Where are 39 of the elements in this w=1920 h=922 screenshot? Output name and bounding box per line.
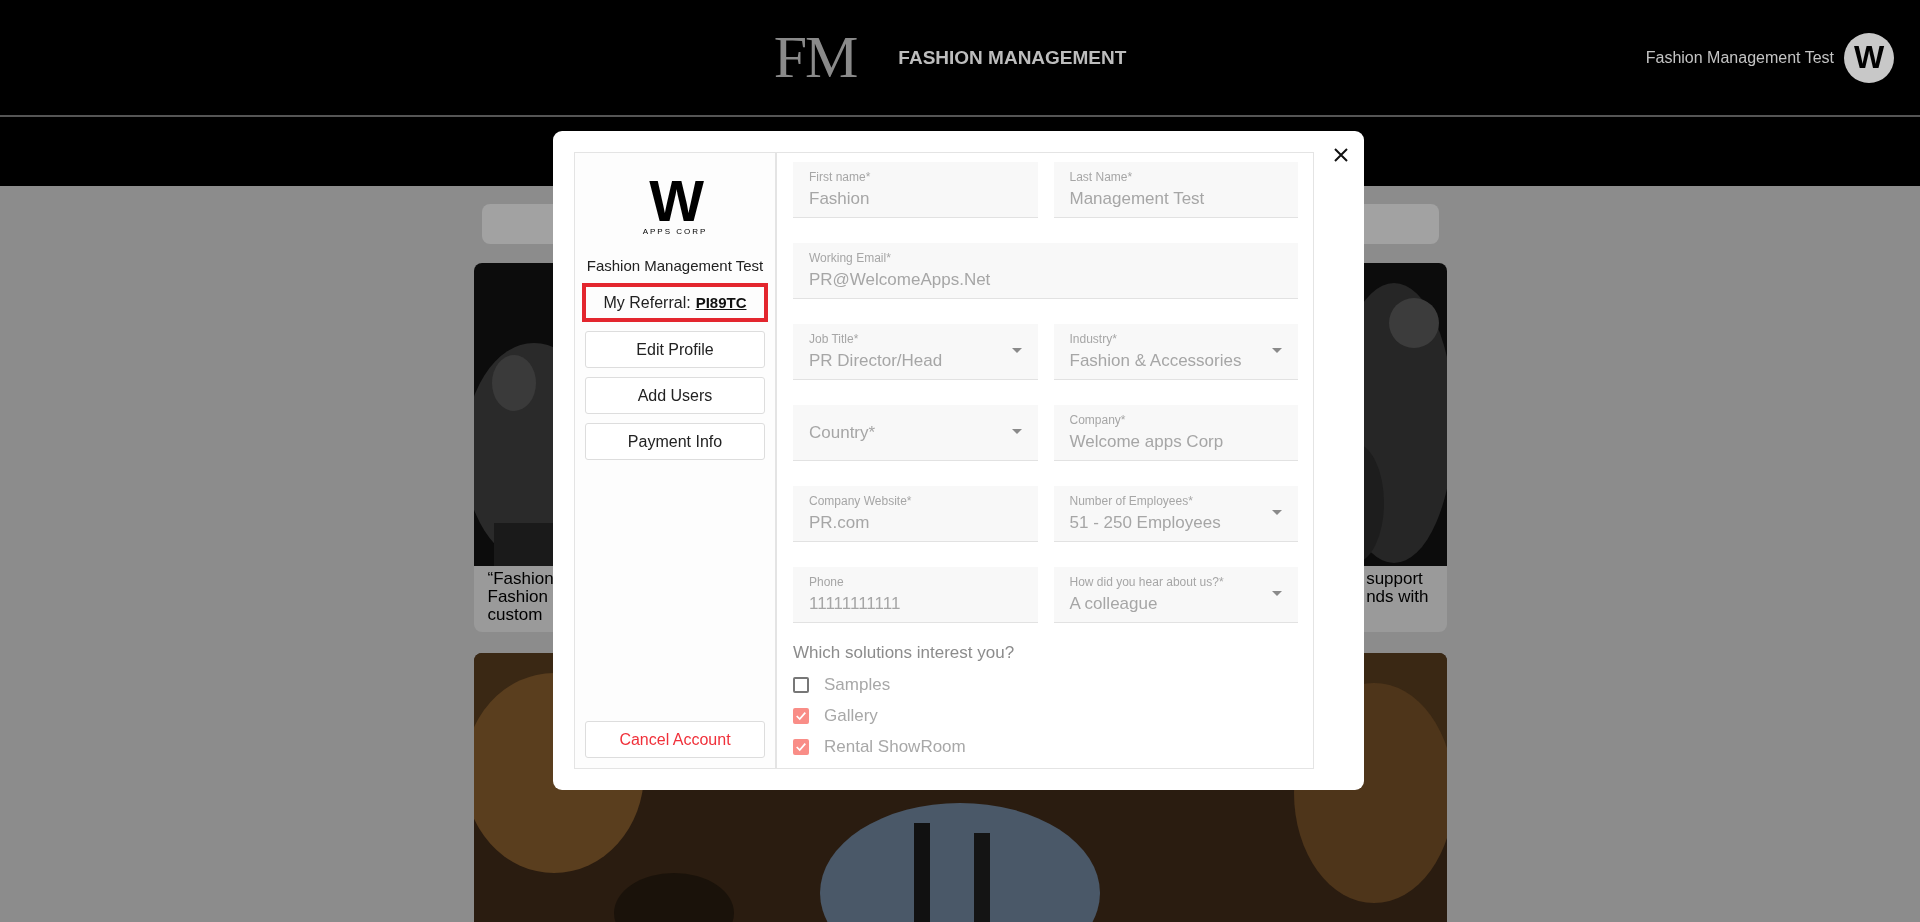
input-field[interactable]: Phone 11111111111 — [793, 567, 1038, 623]
select-field[interactable]: How did you hear about us?* A colleague — [1053, 567, 1298, 623]
profile-name: Fashion Management Test — [586, 257, 764, 274]
select-field[interactable]: Country* — [793, 405, 1038, 461]
checkbox-label[interactable]: Gallery — [824, 705, 878, 726]
logo-tagline: APPS CORP — [642, 227, 708, 236]
checkbox[interactable] — [793, 738, 809, 755]
side-button[interactable]: Edit Profile — [585, 331, 765, 368]
input-field[interactable]: Company* Welcome apps Corp — [1053, 405, 1298, 461]
cancel-account-button[interactable]: Cancel Account — [585, 721, 765, 758]
checkbox-label[interactable]: Samples — [824, 674, 891, 695]
select-field[interactable]: Number of Employees* 51 - 250 Employees — [1053, 486, 1298, 542]
caret-icon — [1272, 348, 1282, 353]
caret-icon — [1272, 510, 1282, 515]
avatar[interactable]: W — [1844, 32, 1894, 83]
select-field[interactable]: Industry* Fashion & Accessories — [1053, 324, 1298, 380]
caret-icon — [1011, 429, 1022, 434]
card-description: support nds with — [1366, 570, 1429, 608]
close-icon[interactable] — [1334, 148, 1348, 162]
checkbox-label[interactable]: Rental ShowRoom — [824, 736, 966, 757]
input-field[interactable]: First name* Fashion — [793, 162, 1038, 218]
company-logo: W — [649, 177, 701, 225]
input-field[interactable]: Working Email* PR@WelcomeApps.Net — [793, 243, 1298, 299]
question-label: Which solutions interest you? — [793, 643, 1016, 663]
referral-label: My Referral: — [603, 293, 691, 312]
checkbox[interactable] — [793, 676, 809, 693]
side-button[interactable]: Payment Info — [585, 423, 765, 460]
select-field[interactable]: Job Title* PR Director/Head — [793, 324, 1038, 380]
side-button[interactable]: Add Users — [585, 377, 765, 414]
caret-icon — [1011, 348, 1022, 353]
input-field[interactable]: Company Website* PR.com — [793, 486, 1038, 542]
card-description: “Fashion Fashion custom — [487, 570, 554, 624]
logo[interactable]: FM — [773, 23, 857, 92]
app-title: FASHION MANAGEMENT — [898, 46, 1127, 69]
input-field[interactable]: Last Name* Management Test — [1053, 162, 1298, 218]
checkbox[interactable] — [793, 707, 809, 724]
referral-code-link[interactable]: PI89TC — [695, 294, 747, 311]
caret-icon — [1272, 591, 1282, 596]
user-name[interactable]: Fashion Management Test — [1645, 48, 1834, 67]
